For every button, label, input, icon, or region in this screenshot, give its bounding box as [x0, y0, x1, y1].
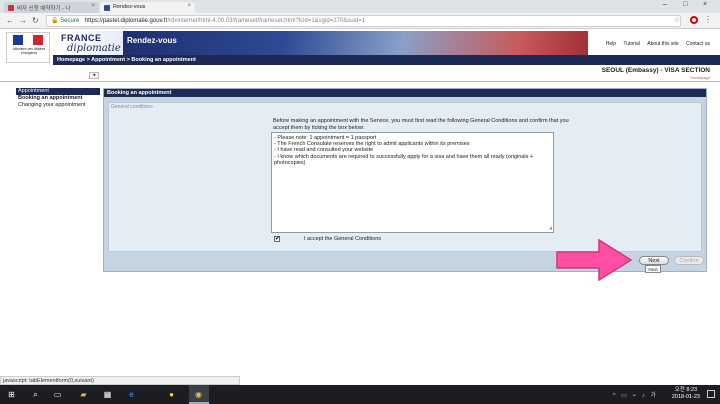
- url-host: https://pastel.diplomatie.gouv.fr: [84, 18, 168, 24]
- url-path: /rdvinternet/html-4.00.03/frameset/frame…: [167, 18, 366, 24]
- task-view-icon[interactable]: ▭: [52, 389, 63, 400]
- conditions-textarea[interactable]: - Please note: 1 appointment = 1 passpor…: [271, 132, 554, 233]
- sidebar-item-changing[interactable]: Changing your appointment: [16, 102, 100, 109]
- opera-extension-icon[interactable]: [690, 16, 698, 24]
- kakaotalk-icon[interactable]: ●: [166, 389, 177, 400]
- banner-title: Rendez-vous: [127, 36, 177, 45]
- edge-icon[interactable]: e: [126, 389, 137, 400]
- taskbar-clock[interactable]: 오전 8:23 2018-01-23: [672, 387, 700, 401]
- close-tab-icon[interactable]: ×: [187, 3, 191, 9]
- notification-icon[interactable]: [707, 390, 715, 398]
- collapse-menu-icon[interactable]: ◂: [89, 72, 99, 79]
- minimize-button[interactable]: –: [663, 1, 667, 8]
- tab-rendez-vous[interactable]: Rendez-vous ×: [100, 2, 195, 13]
- resize-grip-icon[interactable]: ◢: [549, 225, 552, 231]
- lock-icon: 🔒: [51, 18, 59, 24]
- search-icon[interactable]: ⌕: [30, 389, 41, 400]
- tab-visa-booking[interactable]: 비자 신청 예약하기 - 나 ×: [4, 2, 99, 13]
- section-title: SEOUL (Embassy) - VISA SECTION: [601, 67, 710, 74]
- tutorial-link[interactable]: Tutorial: [623, 41, 640, 47]
- general-conditions-fieldset: General conditions Before making an appo…: [108, 102, 702, 252]
- address-toolbar: ← → ↻ 🔒 Secure https://pastel.diplomatie…: [0, 13, 720, 29]
- pink-arrow-icon: [556, 238, 633, 282]
- next-tooltip: Next: [645, 265, 661, 273]
- france-diplomatie-logo[interactable]: FRANCE diplomatie: [53, 31, 123, 55]
- tab-label: 비자 신청 예약하기 - 나: [17, 6, 71, 12]
- reload-icon[interactable]: ↻: [32, 16, 39, 25]
- secure-label: Secure: [60, 18, 80, 24]
- accept-label: I accept the General Conditions: [304, 236, 382, 242]
- browser-menu-icon[interactable]: ⋮: [704, 15, 712, 24]
- korean-site-favicon-icon: [8, 5, 14, 11]
- next-button[interactable]: Next: [639, 256, 669, 265]
- panel-title: Booking an appointment: [104, 89, 706, 97]
- chrome-icon[interactable]: ◉: [193, 389, 204, 400]
- forward-icon[interactable]: →: [19, 16, 27, 25]
- contact-link[interactable]: Contact us: [686, 41, 710, 47]
- help-link[interactable]: Help: [606, 41, 616, 47]
- maximize-button[interactable]: □: [683, 1, 687, 8]
- sub-header: ◂ SEOUL (Embassy) - VISA SECTION Homepag…: [0, 65, 720, 82]
- clock-date: 2018-01-23: [671, 394, 700, 400]
- tab-label: Rendez-vous: [113, 4, 146, 10]
- back-icon[interactable]: ←: [6, 16, 14, 25]
- about-link[interactable]: About this site: [647, 41, 678, 47]
- status-bar: javascript: tabElementform(0,suivant): [0, 376, 240, 385]
- sidebar-title: Appointment: [16, 88, 100, 95]
- ministry-logo[interactable]: Ministère des Affaires étrangères: [6, 32, 50, 63]
- condition-line: - I know which documents are required to…: [274, 153, 534, 166]
- windows-taskbar: ⊞ ⌕ ▭ ▰ ▦ e ● ◉ ^ ▭ ⌁ ♪ 가 오전 8:23 2018-0…: [0, 385, 720, 404]
- windows-icon[interactable]: ⊞: [6, 389, 17, 400]
- file-explorer-icon[interactable]: ▰: [78, 389, 89, 400]
- clock-time: 오전 8:23: [674, 387, 698, 393]
- bookmark-star-icon[interactable]: ☆: [674, 16, 680, 24]
- sidebar: Appointment Booking an appointment Chang…: [16, 88, 100, 109]
- close-tab-icon[interactable]: ×: [91, 3, 95, 9]
- confirm-button[interactable]: Confirm: [674, 256, 704, 265]
- brand-line-1: FRANCE: [61, 33, 102, 43]
- browser-tab-strip: 비자 신청 예약하기 - 나 × Rendez-vous × – □ ×: [0, 0, 720, 13]
- breadcrumb: Homepage > Appointment > Booking an appo…: [53, 55, 720, 65]
- french-flag-icon: [13, 35, 43, 45]
- homepage-link[interactable]: Homepage: [690, 75, 710, 80]
- ministry-emblem-text: Ministère des Affaires étrangères: [12, 47, 46, 55]
- top-links: Help Tutorial About this site Contact us: [600, 41, 710, 47]
- fieldset-legend: General conditions: [111, 104, 153, 110]
- conditions-intro: Before making an appointment with the Se…: [273, 118, 569, 131]
- rendez-vous-banner: Rendez-vous: [123, 31, 588, 55]
- diplomatie-favicon-icon: [104, 5, 110, 11]
- store-icon[interactable]: ▦: [102, 389, 113, 400]
- sidebar-item-booking[interactable]: Booking an appointment: [16, 95, 100, 102]
- url-input[interactable]: 🔒 Secure https://pastel.diplomatie.gouv.…: [46, 15, 681, 27]
- accept-checkbox[interactable]: ✔: [274, 236, 280, 242]
- close-window-button[interactable]: ×: [703, 1, 707, 8]
- system-tray[interactable]: ^ ▭ ⌁ ♪ 가: [613, 390, 658, 399]
- brand-line-2: diplomatie: [67, 43, 121, 54]
